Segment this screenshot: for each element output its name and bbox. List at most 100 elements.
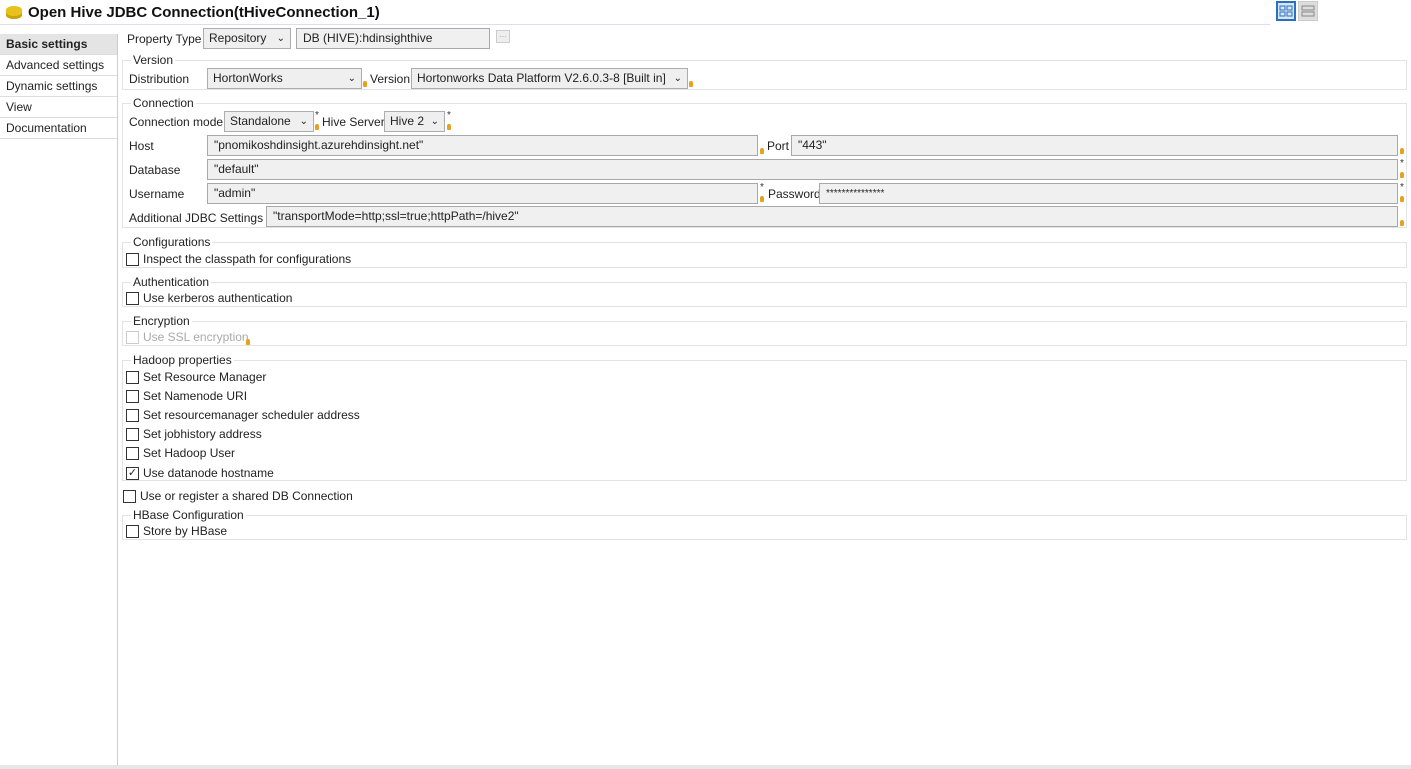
authentication-legend: Authentication [131, 275, 212, 289]
distribution-label: Distribution [129, 72, 190, 86]
configurations-legend: Configurations [131, 235, 213, 249]
checkbox-icon [123, 489, 136, 503]
hint-icon [1400, 220, 1404, 226]
required-icon: * [447, 110, 451, 121]
checkbox-label: Use SSL encryption [143, 330, 249, 344]
browse-button[interactable]: ... [496, 30, 510, 43]
host-label: Host [129, 139, 154, 153]
encryption-group: Encryption [122, 314, 1407, 346]
hint-icon [1400, 148, 1404, 154]
shared-db-connection-checkbox[interactable]: Use or register a shared DB Connection [123, 489, 353, 503]
chevron-down-icon: ⌄ [673, 73, 682, 84]
check-icon: ✓ [126, 466, 139, 480]
checkbox-label: Set Namenode URI [143, 389, 248, 403]
hint-icon [363, 81, 367, 87]
sidebar-item-documentation[interactable]: Documentation [0, 118, 117, 139]
checkbox-label: Store by HBase [143, 524, 228, 538]
checkbox-icon [126, 446, 139, 460]
kerberos-checkbox[interactable]: Use kerberos authentication [126, 291, 292, 305]
chevron-down-icon: ⌄ [276, 33, 285, 44]
version-label: Version [370, 72, 411, 86]
set-jobhistory-address-checkbox[interactable]: Set jobhistory address [126, 427, 262, 441]
port-label: Port [767, 139, 790, 153]
chevron-down-icon: ⌄ [347, 73, 356, 84]
property-type-select[interactable]: Repository ⌄ [203, 28, 291, 49]
jdbc-settings-label: Additional JDBC Settings [129, 211, 264, 225]
checkbox-label: Inspect the classpath for configurations [143, 252, 352, 266]
checkbox-icon [126, 427, 139, 441]
checkbox-icon [126, 252, 139, 266]
required-icon: * [1400, 158, 1404, 169]
hint-icon [246, 339, 250, 345]
required-icon: * [1400, 182, 1404, 193]
set-hadoop-user-checkbox[interactable]: Set Hadoop User [126, 446, 235, 460]
sidebar: Basic settings Advanced settings Dynamic… [0, 34, 118, 769]
database-label: Database [129, 163, 181, 177]
bottom-border [0, 765, 1411, 769]
repository-field[interactable]: DB (HIVE):hdinsighthive [296, 28, 490, 49]
sidebar-item-basic-settings[interactable]: Basic settings [0, 34, 117, 55]
sidebar-item-dynamic-settings[interactable]: Dynamic settings [0, 76, 117, 97]
hint-icon [315, 124, 319, 130]
checkbox-icon [126, 370, 139, 384]
hint-icon [689, 81, 693, 87]
password-label: Password [768, 187, 821, 201]
hint-icon [760, 196, 764, 202]
inspect-classpath-checkbox[interactable]: Inspect the classpath for configurations [126, 252, 351, 266]
checkbox-icon [126, 330, 139, 344]
distribution-value: HortonWorks [213, 71, 283, 85]
hint-icon [760, 148, 764, 154]
connection-mode-value: Standalone [230, 114, 291, 128]
hive-server-label: Hive Server [322, 115, 385, 129]
checkbox-label: Set Hadoop User [143, 446, 236, 460]
hive-server-select[interactable]: Hive 2 ⌄ [384, 111, 445, 132]
hint-icon [1400, 172, 1404, 178]
version-value: Hortonworks Data Platform V2.6.0.3-8 [Bu… [417, 71, 666, 85]
connection-mode-label: Connection mode [129, 115, 224, 129]
sidebar-item-view[interactable]: View [0, 97, 117, 118]
username-input[interactable]: "admin" [207, 183, 758, 204]
set-namenode-uri-checkbox[interactable]: Set Namenode URI [126, 389, 247, 403]
database-icon [6, 5, 22, 19]
password-input[interactable]: *************** [819, 183, 1398, 204]
chevron-down-icon: ⌄ [299, 116, 308, 127]
use-datanode-hostname-checkbox[interactable]: ✓ Use datanode hostname [126, 466, 274, 480]
store-by-hbase-checkbox[interactable]: Store by HBase [126, 524, 227, 538]
set-resource-manager-checkbox[interactable]: Set Resource Manager [126, 370, 266, 384]
port-input[interactable]: "443" [791, 135, 1398, 156]
connection-mode-select[interactable]: Standalone ⌄ [224, 111, 314, 132]
hint-icon [447, 124, 451, 130]
host-input[interactable]: "pnomikoshdinsight.azurehdinsight.net" [207, 135, 758, 156]
checkbox-label: Use datanode hostname [143, 466, 274, 480]
grid-layout-button[interactable] [1276, 1, 1296, 21]
database-input[interactable]: "default" [207, 159, 1398, 180]
property-type-label: Property Type [127, 32, 202, 46]
required-icon: * [760, 182, 764, 193]
hbase-configuration-group: HBase Configuration [122, 508, 1407, 540]
checkbox-icon [126, 408, 139, 422]
hive-server-value: Hive 2 [390, 114, 425, 128]
checkbox-label: Use or register a shared DB Connection [140, 489, 353, 503]
checkbox-icon [126, 291, 139, 305]
title-text: Open Hive JDBC Connection(tHiveConnectio… [28, 3, 380, 21]
ssl-checkbox[interactable]: Use SSL encryption [126, 330, 249, 344]
rows-icon [1301, 5, 1315, 17]
checkbox-icon [126, 524, 139, 538]
checkbox-label: Set resourcemanager scheduler address [143, 408, 360, 422]
checkbox-label: Use kerberos authentication [143, 291, 293, 305]
version-legend: Version [131, 53, 176, 67]
grid-icon [1279, 5, 1293, 17]
connection-legend: Connection [131, 96, 196, 110]
hint-icon [1400, 196, 1404, 202]
jdbc-settings-input[interactable]: "transportMode=http;ssl=true;httpPath=/h… [266, 206, 1398, 227]
version-select[interactable]: Hortonworks Data Platform V2.6.0.3-8 [Bu… [411, 68, 688, 89]
distribution-select[interactable]: HortonWorks ⌄ [207, 68, 362, 89]
chevron-down-icon: ⌄ [430, 116, 439, 127]
sidebar-item-advanced-settings[interactable]: Advanced settings [0, 55, 117, 76]
hbase-legend: HBase Configuration [131, 508, 246, 522]
dialog-title: Open Hive JDBC Connection(tHiveConnectio… [0, 0, 1270, 25]
encryption-legend: Encryption [131, 314, 192, 328]
list-layout-button[interactable] [1298, 1, 1318, 21]
required-icon: * [315, 110, 319, 121]
set-scheduler-address-checkbox[interactable]: Set resourcemanager scheduler address [126, 408, 360, 422]
